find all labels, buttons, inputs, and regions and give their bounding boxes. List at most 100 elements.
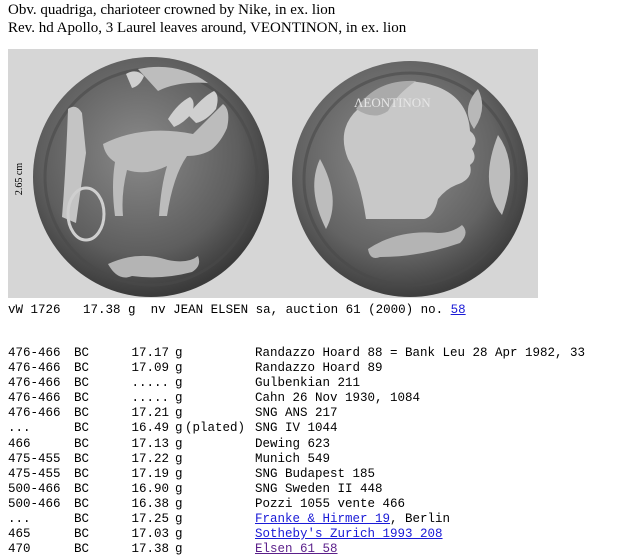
table-row: 476-466 BC 17.17 g Randazzo Hoard 88 = Bank … (8, 346, 585, 361)
record-note (185, 346, 255, 361)
table-row: 476-466 BC..... g Cahn 26 Nov 1930, 1084 (8, 391, 585, 406)
record-reference: Franke & Hirmer 19, Berlin (255, 512, 585, 527)
record-era: BC (74, 391, 90, 406)
table-row: 465 BC 17.03 g Sotheby's Zurich 1993 208 (8, 527, 585, 542)
record-era: BC (74, 512, 90, 527)
record-weight: 17.22 (131, 451, 169, 466)
record-date: 500-466 (8, 496, 61, 511)
record-era: BC (74, 361, 90, 376)
record-date: 475-455 (8, 451, 61, 466)
table-row: 476-466 BC..... g Gulbenkian 211 (8, 376, 585, 391)
specimen-link[interactable]: 58 (451, 303, 466, 317)
record-note (185, 391, 255, 406)
table-row: ... BC 17.25 g Franke & Hirmer 19, Berlin (8, 512, 585, 527)
table-row: 475-455 BC 17.19 g SNG Budapest 185 (8, 467, 585, 482)
record-unit: g (175, 527, 183, 542)
record-note (185, 482, 255, 497)
record-date: 476-466 (8, 406, 61, 421)
record-unit: g (175, 512, 183, 527)
record-date: 476-466 (8, 391, 61, 406)
record-unit: g (175, 406, 183, 421)
record-note (185, 512, 255, 527)
reference-link[interactable]: Franke & Hirmer 19 (255, 512, 390, 526)
record-unit: g (175, 466, 183, 481)
record-era: BC (74, 542, 90, 557)
record-unit: g (175, 436, 183, 451)
specimen-source: nv JEAN ELSEN sa, auction 61 (2000) no. (150, 303, 444, 317)
record-reference: SNG ANS 217 (255, 406, 338, 421)
record-note (185, 361, 255, 376)
table-row: 500-466 BC 16.90 g SNG Sweden II 448 (8, 482, 585, 497)
table-row: 466 BC 17.13 g Dewing 623 (8, 437, 585, 452)
record-weight: 17.03 (131, 527, 169, 542)
record-unit: g (175, 376, 183, 391)
record-weight: 17.38 (131, 542, 169, 557)
table-row: ... BC 16.49 g (plated) SNG IV 1044 (8, 421, 585, 436)
record-reference: SNG Budapest 185 (255, 466, 376, 481)
record-weight: 16.38 (131, 496, 169, 511)
record-reference: SNG Sweden II 448 (255, 481, 383, 496)
reference-link[interactable]: Sotheby's Zurich 1993 208 (255, 527, 443, 541)
record-date: 466 (8, 436, 31, 451)
reverse-description: Rev. hd Apollo, 3 Laurel leaves around, … (8, 20, 407, 36)
reverse-legend: ΛΕΟΝΤΙΝΟΝ (354, 95, 431, 110)
record-reference: Sotheby's Zurich 1993 208 (255, 527, 585, 542)
record-unit: g (175, 542, 183, 557)
record-date: 476-466 (8, 361, 61, 376)
record-note (185, 376, 255, 391)
record-weight: ..... (131, 376, 169, 391)
record-weight: 16.49 (131, 421, 169, 436)
record-note (185, 497, 255, 512)
record-reference: Randazzo Hoard 89 (255, 361, 383, 376)
record-date: 476-466 (8, 376, 61, 391)
record-date: ... (8, 421, 31, 436)
record-unit: g (175, 496, 183, 511)
record-era: BC (74, 466, 90, 481)
coin-photograph: 2.65 cm ΛΕΟΝΤΙΝΟΝ (8, 49, 538, 298)
record-era: BC (74, 421, 90, 436)
table-row: 475-455 BC 17.22 g Munich 549 (8, 452, 585, 467)
table-row: 476-466 BC 17.21 g SNG ANS 217 (8, 406, 585, 421)
record-era: BC (74, 406, 90, 421)
record-note (185, 467, 255, 482)
record-reference: Munich 549 (255, 451, 331, 466)
record-weight: 17.19 (131, 466, 169, 481)
table-row: 476-466 BC 17.09 g Randazzo Hoard 89 (8, 361, 585, 376)
record-reference: Elsen 61 58 (255, 542, 585, 557)
record-reference: Dewing 623 (255, 436, 331, 451)
record-reference: Gulbenkian 211 (255, 376, 361, 391)
reference-suffix: , Berlin (390, 512, 451, 527)
reference-link[interactable]: Elsen 61 58 (255, 542, 338, 556)
record-date: 476-466 (8, 346, 61, 360)
record-date: 475-455 (8, 466, 61, 481)
record-note (185, 527, 255, 542)
record-weight: 17.21 (131, 406, 169, 421)
record-unit: g (175, 361, 183, 376)
obverse-description: Obv. quadriga, charioteer crowned by Nik… (8, 2, 336, 18)
scale-label: 2.65 cm (14, 163, 25, 195)
coin-image: 2.65 cm ΛΕΟΝΤΙΝΟΝ (14, 57, 528, 297)
record-era: BC (74, 376, 90, 391)
record-weight: ..... (131, 391, 169, 406)
record-unit: g (175, 346, 183, 360)
record-reference: Pozzi 1055 vente 466 (255, 496, 406, 511)
record-note (185, 406, 255, 421)
record-weight: 17.09 (131, 361, 169, 376)
record-date: ... (8, 512, 31, 527)
record-weight: 17.13 (131, 436, 169, 451)
record-era: BC (74, 481, 90, 496)
record-era: BC (74, 496, 90, 511)
record-unit: g (175, 421, 183, 436)
reverse-coin: ΛΕΟΝΤΙΝΟΝ (292, 61, 528, 297)
specimen-line: vW 1726 17.38 g nv JEAN ELSEN sa, auctio… (8, 303, 466, 317)
record-era: BC (74, 451, 90, 466)
record-reference: Cahn 26 Nov 1930, 1084 (255, 391, 421, 406)
record-weight: 17.17 (131, 346, 169, 360)
table-row: 470 BC 17.38 g Elsen 61 58 (8, 542, 585, 557)
record-note (185, 452, 255, 467)
record-date: 465 (8, 527, 31, 542)
record-note: (plated) (185, 421, 246, 436)
specimen-weight: 17.38 g (83, 303, 136, 317)
record-reference: Randazzo Hoard 88 = Bank Leu 28 Apr 1982… (255, 346, 586, 360)
record-unit: g (175, 391, 183, 406)
